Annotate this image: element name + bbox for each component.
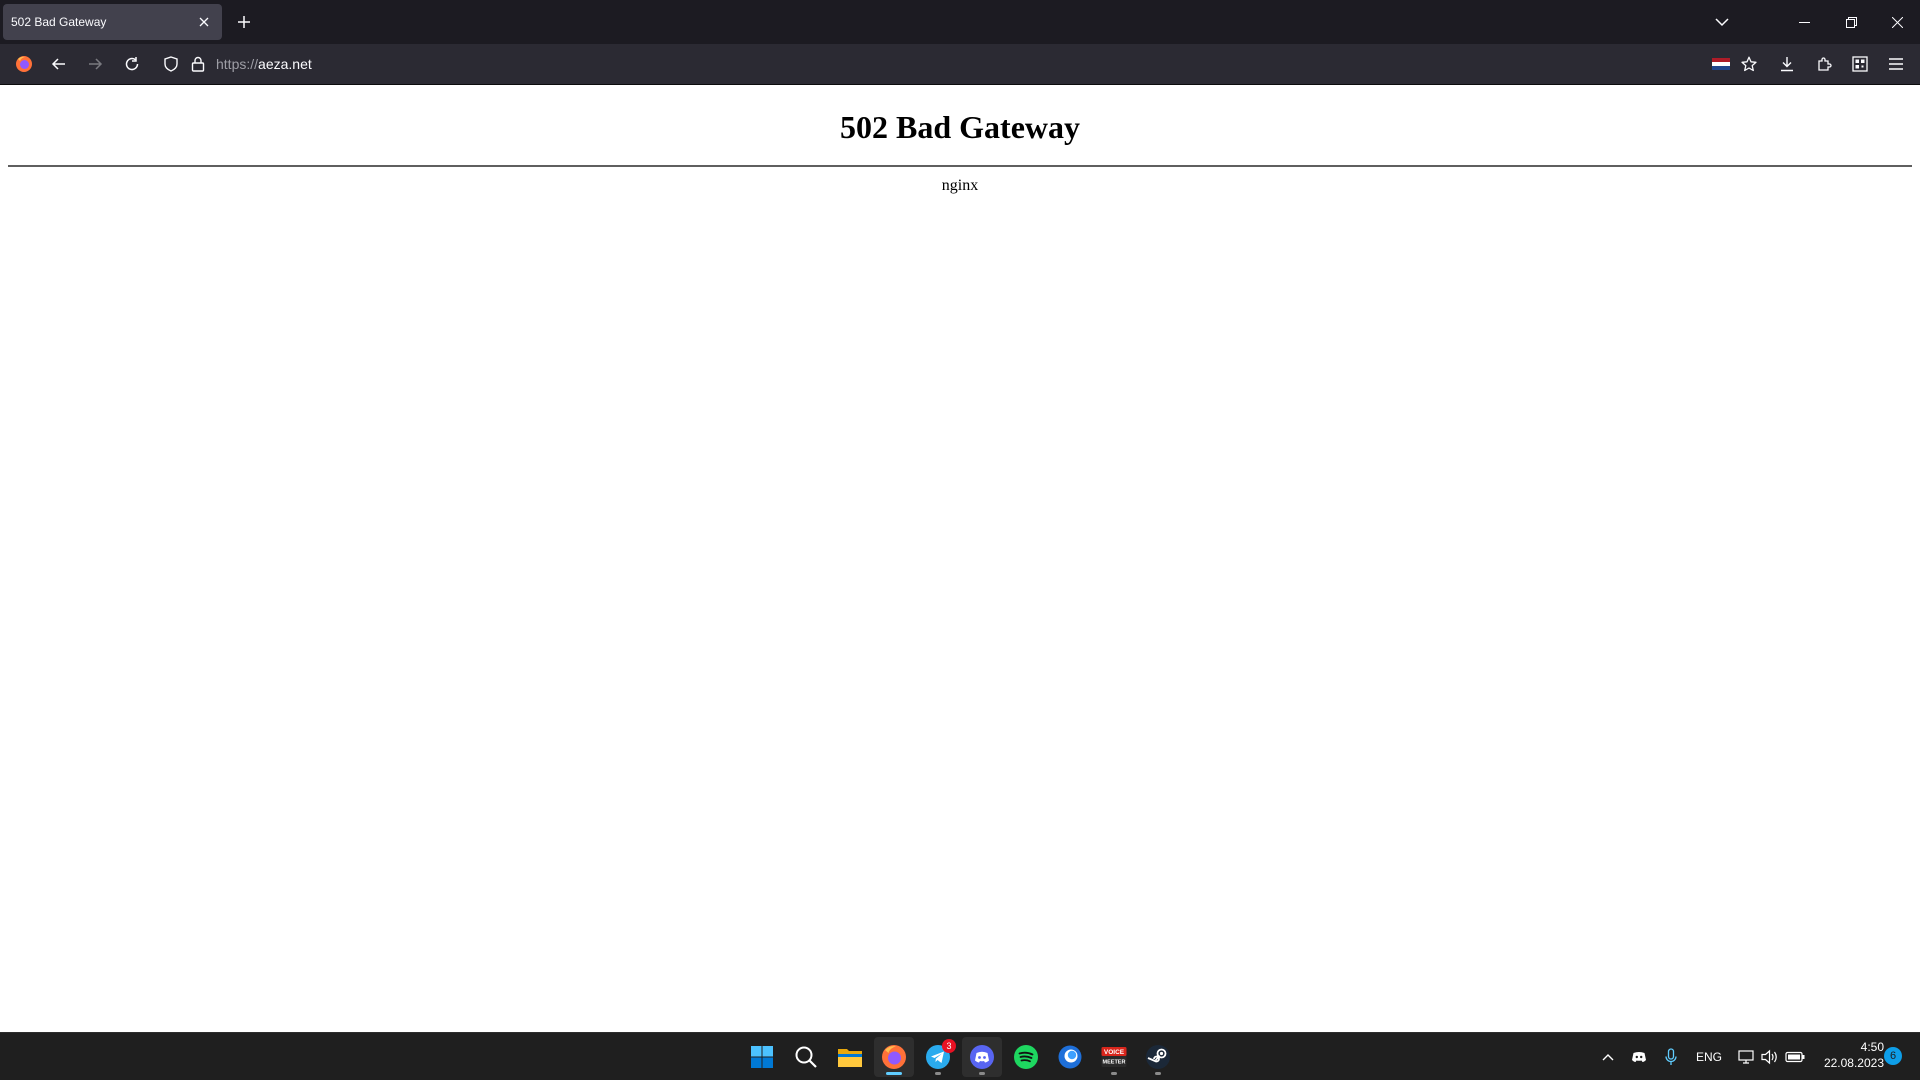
windows-taskbar: 3 VOICE MEETER ENG 4:50 22.08.2023 6 [0,1032,1920,1080]
list-all-tabs-chevron-down-icon[interactable] [1710,10,1734,34]
tab-strip: 502 Bad Gateway [0,0,1920,44]
extensions-puzzle-icon[interactable] [1812,52,1836,76]
clock-time: 4:50 [1860,1040,1884,1054]
new-tab-plus-icon[interactable] [232,10,256,34]
downloads-icon[interactable] [1775,52,1799,76]
tab-title: 502 Bad Gateway [11,15,107,29]
reload-icon[interactable] [120,52,144,76]
server-signature: nginx [941,177,979,194]
active-app-indicator [886,1072,902,1075]
tab-active[interactable]: 502 Bad Gateway [3,4,222,40]
lock-icon[interactable] [186,52,210,76]
search-icon[interactable] [786,1037,826,1077]
firefox-view-icon[interactable] [12,52,36,76]
page-content: 502 Bad Gateway nginx [0,85,1920,1032]
folder-icon[interactable] [830,1037,870,1077]
spotify-icon[interactable] [1006,1037,1046,1077]
discord-icon[interactable] [962,1037,1002,1077]
close-window-icon[interactable] [1882,8,1912,36]
url-bar[interactable]: https://aeza.net [216,56,312,72]
clock-date: 22.08.2023 [1823,1056,1884,1070]
svg-text:VOICE: VOICE [1104,1049,1125,1056]
battery-icon[interactable] [1784,1045,1806,1069]
page-title: 502 Bad Gateway [840,109,1080,145]
blue-circle-app-icon[interactable] [1050,1037,1090,1077]
hamburger-menu-icon[interactable] [1884,52,1908,76]
url-host: aeza.net [258,56,312,72]
microphone-icon[interactable] [1660,1045,1682,1069]
voicemeeter-icon[interactable]: VOICE MEETER [1094,1037,1134,1077]
close-tab-icon[interactable] [194,12,214,32]
discord-tray-icon[interactable] [1628,1045,1650,1069]
netherlands-flag-icon[interactable] [1709,52,1733,76]
running-app-indicator [979,1072,985,1075]
input-language-indicator[interactable]: ENG [1694,1045,1724,1069]
url-scheme: https:// [216,56,259,72]
tracking-protection-shield-icon[interactable] [159,52,183,76]
back-arrow-icon[interactable] [47,52,71,76]
navigation-toolbar: https://aeza.net [0,44,1920,85]
windows-start-icon[interactable] [742,1037,782,1077]
bookmark-star-icon[interactable] [1737,52,1761,76]
telegram-icon[interactable]: 3 [918,1037,958,1077]
network-display-icon[interactable] [1736,1045,1756,1069]
steam-icon[interactable] [1138,1037,1178,1077]
running-app-indicator [935,1072,941,1075]
show-hidden-icons-chevron-up-icon[interactable] [1598,1045,1618,1069]
voicemeeter-logo: VOICE MEETER [1101,1047,1127,1067]
svg-text:MEETER: MEETER [1103,1060,1126,1066]
running-app-indicator [1111,1072,1117,1075]
volume-icon[interactable] [1760,1045,1780,1069]
telegram-unread-badge: 3 [942,1039,956,1053]
forward-arrow-icon[interactable] [83,52,107,76]
firefox-taskbar-icon[interactable] [874,1037,914,1077]
running-app-indicator [1155,1072,1161,1075]
notifications-badge[interactable]: 6 [1884,1047,1902,1065]
qr-code-extension-icon[interactable] [1848,52,1872,76]
minimize-icon[interactable] [1789,8,1819,36]
horizontal-divider [8,165,1912,167]
system-clock[interactable]: 4:50 22.08.2023 [1808,1039,1884,1071]
restore-icon[interactable] [1836,8,1866,36]
